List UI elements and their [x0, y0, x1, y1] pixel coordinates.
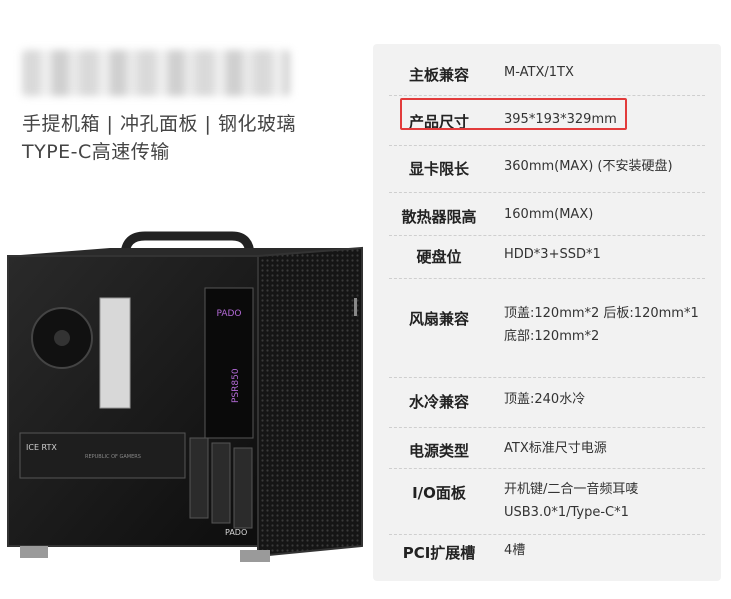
spec-row: 硬盘位 HDD*3+SSD*1 [389, 235, 705, 279]
spec-row: I/O面板 开机键/二合一音频耳唛 USB3.0*1/Type-C*1 [389, 468, 705, 535]
case-front-mesh [257, 246, 363, 558]
spec-value-line: M-ATX/1TX [504, 65, 574, 80]
spec-label: 风扇兼容 [408, 310, 469, 328]
gpu-sublabel: REPUBLIC OF GAMERS [85, 454, 141, 460]
spec-value-line: 顶盖:240水冷 [504, 392, 586, 407]
size-highlight-box [400, 98, 627, 130]
spec-value-line: 底部:120mm*2 [504, 329, 600, 344]
spec-label: 主板兼容 [408, 66, 469, 84]
tagline-features: 手提机箱 | 冲孔面板 | 钢化玻璃 [22, 113, 296, 135]
spec-value-line: 顶盖:120mm*2 后板:120mm*1 [504, 306, 699, 321]
spec-label: PCI扩展槽 [402, 544, 476, 562]
front-io-port [354, 298, 357, 316]
spec-label: 散热器限高 [401, 208, 477, 226]
case-foot-left [20, 546, 48, 558]
psu-model-label: PSR850 [231, 368, 241, 403]
spec-row: 水冷兼容 顶盖:240水冷 [389, 377, 705, 428]
case-cooler [99, 297, 131, 409]
spec-row: 电源类型 ATX标准尺寸电源 [389, 427, 705, 469]
drive-bay-2 [211, 442, 231, 524]
gpu-label: ICE RTX [26, 443, 57, 452]
psu-brand-label: PADO [216, 309, 241, 319]
spec-row: PCI扩展槽 4槽 [389, 534, 705, 581]
spec-value-line: ATX标准尺寸电源 [504, 441, 607, 456]
spec-value-line: 4槽 [504, 543, 526, 558]
spec-value: 顶盖:120mm*2 后板:120mm*1 底部:120mm*2 [504, 302, 709, 348]
spec-label: 电源类型 [408, 442, 469, 460]
spec-row: 显卡限长 360mm(MAX) (不安装硬盘) [389, 145, 705, 193]
spec-label: 显卡限长 [408, 160, 469, 178]
spec-value-line: 开机键/二合一音频耳唛 [504, 482, 639, 497]
tagline-typec: TYPE-C高速传输 [22, 141, 170, 163]
spec-value-line: USB3.0*1/Type-C*1 [504, 505, 629, 520]
case-logo: PADO [225, 528, 247, 537]
spec-label: I/O面板 [412, 484, 466, 502]
spec-row: 风扇兼容 顶盖:120mm*2 后板:120mm*1 底部:120mm*2 [389, 278, 705, 378]
spec-value: M-ATX/1TX [504, 61, 709, 84]
spec-label: 水冷兼容 [408, 393, 469, 411]
pc-case-image: PADO PSR850 ICE RTX REPUBLIC OF GAMERS P… [7, 231, 363, 562]
spec-value-line: HDD*3+SSD*1 [504, 247, 601, 262]
spec-value: 360mm(MAX) (不安装硬盘) [504, 155, 709, 178]
spec-label: 硬盘位 [416, 248, 462, 266]
spec-row: 主板兼容 M-ATX/1TX [389, 44, 705, 96]
spec-value: 开机键/二合一音频耳唛 USB3.0*1/Type-C*1 [504, 478, 709, 524]
spec-row: 散热器限高 160mm(MAX) [389, 192, 705, 236]
spec-value: HDD*3+SSD*1 [504, 243, 709, 266]
spec-value: 顶盖:240水冷 [504, 388, 709, 411]
spec-value: 160mm(MAX) [504, 203, 709, 226]
spec-value: ATX标准尺寸电源 [504, 437, 709, 460]
spec-value-line: 160mm(MAX) [504, 207, 594, 222]
drive-bay-3 [233, 447, 253, 529]
product-tagline: 手提机箱 | 冲孔面板 | 钢化玻璃 TYPE-C高速传输 [22, 110, 352, 166]
spec-value: 4槽 [504, 539, 709, 562]
drive-bay-1 [189, 437, 209, 519]
spec-value-line: 360mm(MAX) (不安装硬盘) [504, 159, 673, 174]
case-foot-right [240, 550, 270, 562]
brand-logo-blurred [22, 50, 290, 96]
